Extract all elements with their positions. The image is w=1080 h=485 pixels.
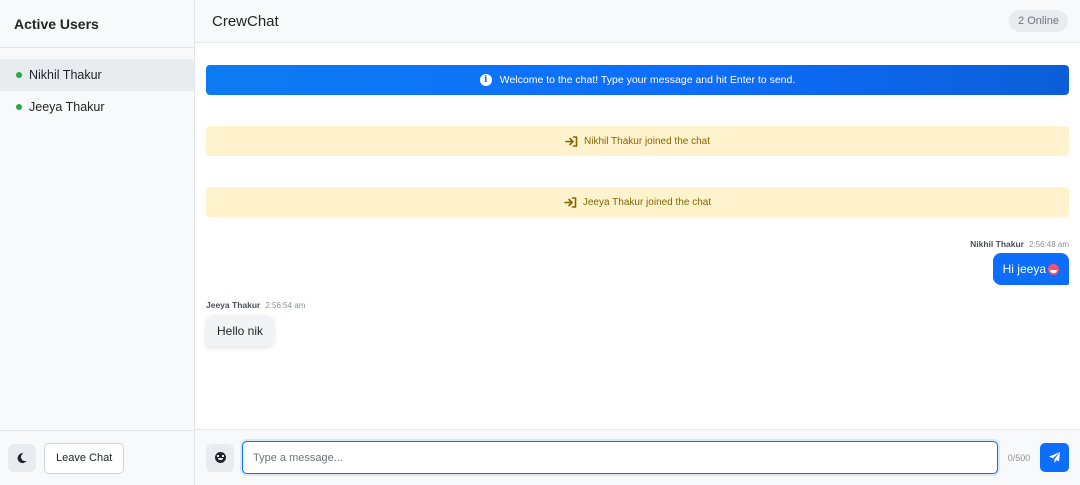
info-icon: i [479, 74, 492, 86]
online-count-badge: 2 Online [1009, 10, 1068, 32]
message-composer: 0/500 [195, 429, 1080, 485]
system-message-text: Nikhil Thakur joined the chat [584, 135, 710, 147]
message-bubble: Hi jeeya [992, 253, 1069, 285]
system-message: Nikhil Thakur joined the chat [206, 126, 1069, 156]
smiley-icon [214, 452, 226, 463]
welcome-text: Welcome to the chat! Type your message a… [499, 74, 796, 86]
sidebar-header: Active Users [0, 0, 194, 48]
paper-plane-icon [1049, 452, 1060, 463]
user-name: Jeeya Thakur [29, 100, 105, 114]
user-item-nikhil[interactable]: Nikhil Thakur [0, 59, 194, 91]
grinning-face-icon [1048, 263, 1059, 275]
sidebar: Active Users Nikhil Thakur Jeeya Thakur … [0, 0, 195, 485]
chat-header: CrewChat 2 Online [195, 0, 1080, 43]
message-meta: Jeeya Thakur 2:56:54 am [206, 300, 305, 310]
sidebar-footer: Leave Chat [0, 430, 194, 485]
incoming-message: Jeeya Thakur 2:56:54 am Hello nik [206, 300, 305, 346]
message-author: Nikhil Thakur [970, 239, 1024, 249]
emoji-picker-button[interactable] [206, 443, 234, 472]
outgoing-message: Nikhil Thakur 2:56:48 am Hi jeeya [970, 239, 1069, 285]
welcome-banner: i Welcome to the chat! Type your message… [206, 65, 1069, 95]
message-author: Jeeya Thakur [206, 300, 261, 310]
theme-toggle-button[interactable] [8, 444, 36, 472]
online-status-dot [16, 104, 22, 110]
message-text: Hello nik [217, 323, 264, 338]
system-message-text: Jeeya Thakur joined the chat [582, 196, 712, 208]
message-text: Hi jeeya [1002, 262, 1046, 276]
online-status-dot [16, 72, 22, 78]
sign-in-icon [565, 135, 578, 147]
message-time: 2:56:54 am [265, 301, 306, 310]
message-time: 2:56:48 am [1028, 240, 1069, 249]
system-message: Jeeya Thakur joined the chat [206, 187, 1069, 217]
user-name: Nikhil Thakur [29, 68, 102, 82]
app-title: CrewChat [212, 12, 279, 30]
send-button[interactable] [1040, 443, 1069, 472]
moon-icon [17, 453, 27, 464]
sign-in-icon [564, 196, 577, 208]
user-list: Nikhil Thakur Jeeya Thakur [0, 48, 194, 430]
user-item-jeeya[interactable]: Jeeya Thakur [0, 91, 194, 123]
chat-app: Active Users Nikhil Thakur Jeeya Thakur … [0, 0, 1080, 485]
sidebar-title: Active Users [14, 15, 99, 32]
chat-main: CrewChat 2 Online i Welcome to the chat!… [195, 0, 1080, 485]
message-input[interactable] [242, 441, 998, 474]
message-list: i Welcome to the chat! Type your message… [195, 43, 1080, 429]
message-bubble: Hello nik [206, 315, 275, 346]
message-meta: Nikhil Thakur 2:56:48 am [970, 239, 1069, 249]
character-count: 0/500 [1007, 452, 1031, 463]
leave-chat-button[interactable]: Leave Chat [44, 442, 125, 474]
